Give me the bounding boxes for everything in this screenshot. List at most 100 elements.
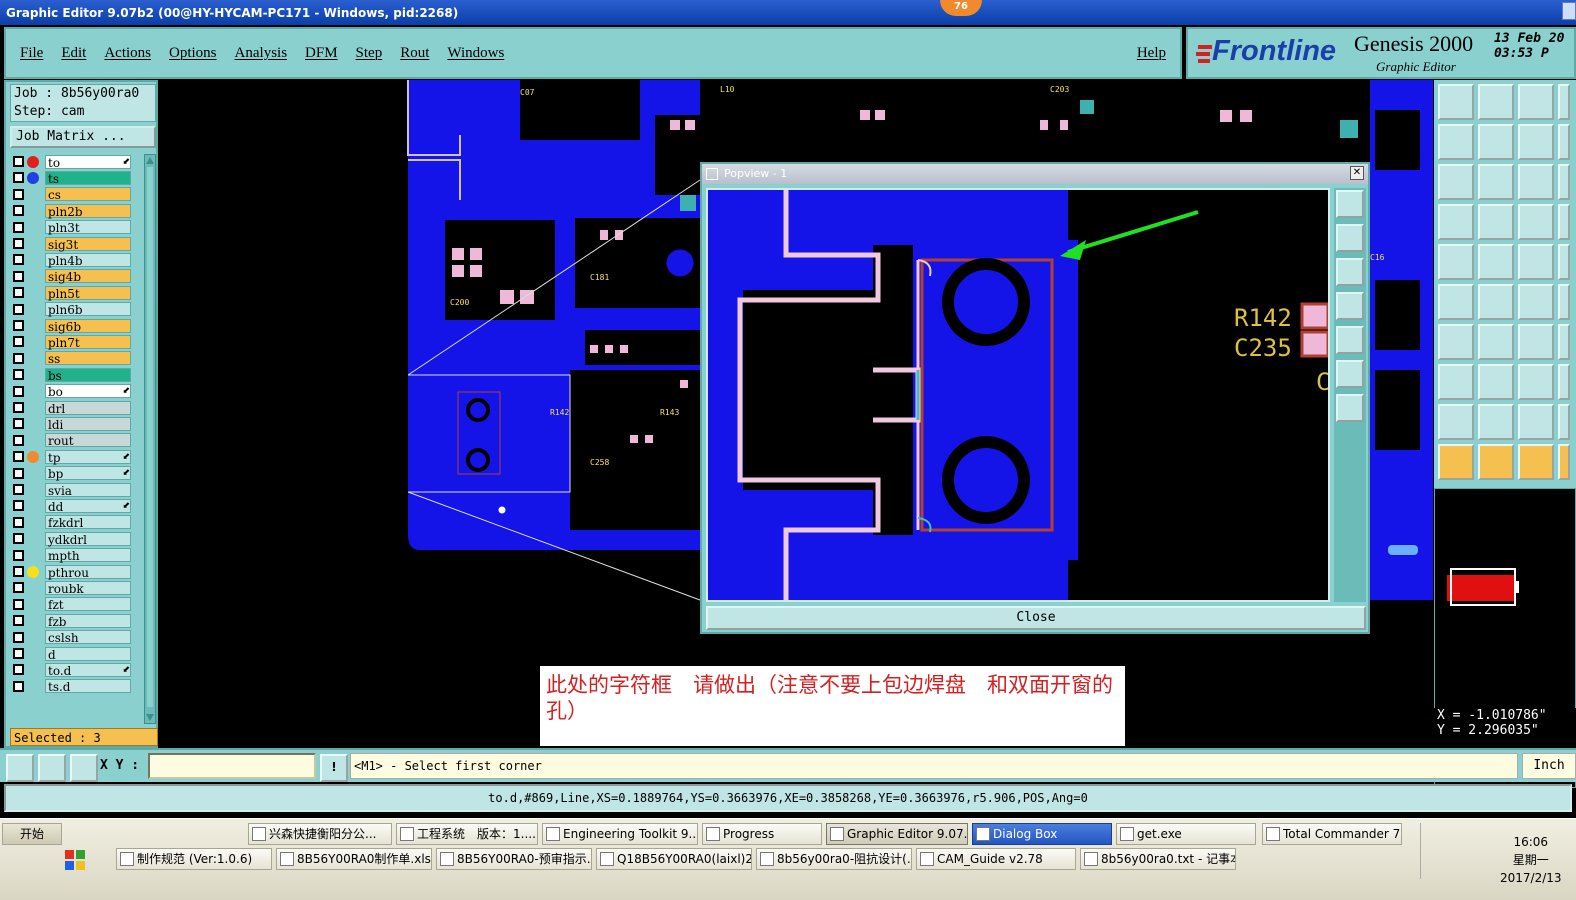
cross-icon[interactable] <box>1478 284 1514 320</box>
ruler-icon[interactable] <box>1518 244 1554 280</box>
layer-checkbox[interactable] <box>13 664 24 676</box>
layer-row[interactable]: cslsh <box>10 630 132 645</box>
taskbar-button[interactable]: Total Commander 7.0... <box>1262 823 1402 845</box>
layer-row[interactable]: fzkdrl <box>10 515 132 530</box>
layer-checkbox[interactable] <box>13 385 24 397</box>
job-matrix-button[interactable]: Job Matrix ... <box>10 126 156 148</box>
grid-icon[interactable] <box>70 754 98 782</box>
layer-name[interactable]: pln5t <box>45 285 131 301</box>
move-down-icon[interactable] <box>1478 84 1514 120</box>
edge3-icon[interactable] <box>1558 164 1570 200</box>
layer-checkbox[interactable] <box>13 221 24 233</box>
edge7-icon[interactable] <box>1558 324 1570 360</box>
line-blue-icon[interactable] <box>1478 324 1514 360</box>
triangle-a-icon[interactable] <box>1478 404 1514 440</box>
edge5-icon[interactable] <box>1558 244 1570 280</box>
layer-list-scrollbar[interactable] <box>144 154 156 724</box>
layer-name[interactable]: ydkdrl <box>45 531 131 547</box>
layer-checkbox[interactable] <box>13 500 24 512</box>
layer-name[interactable]: svia <box>45 482 131 498</box>
info-icon[interactable]: ! <box>320 754 348 782</box>
layer-name[interactable]: pln2b <box>45 203 131 219</box>
layer-checkbox[interactable] <box>13 303 24 315</box>
layer-name[interactable]: sig6b <box>45 318 131 334</box>
taskbar-button[interactable]: Graphic Editor 9.07... <box>826 823 968 845</box>
panel-left-icon[interactable] <box>1438 124 1474 160</box>
layer-name[interactable]: ts.d <box>45 679 131 694</box>
layer-row[interactable]: sig6b <box>10 318 132 334</box>
layer-checkbox[interactable] <box>13 533 24 545</box>
zoom-out-icon[interactable] <box>1336 292 1364 320</box>
layer-row[interactable]: pln4b <box>10 252 132 268</box>
taskbar-button[interactable]: CAM_Guide v2.78 <box>916 848 1076 870</box>
layer-row[interactable]: dd ⬋ <box>10 498 132 514</box>
menu-dfm[interactable]: DFM <box>305 45 338 62</box>
pointer-icon[interactable] <box>1438 444 1474 480</box>
edge8-icon[interactable] <box>1558 364 1570 400</box>
layer-row[interactable]: drl <box>10 400 132 416</box>
taskbar-button[interactable]: Engineering Toolkit 9.... <box>542 823 698 845</box>
layer-checkbox[interactable] <box>13 238 24 249</box>
layer-name[interactable]: tp <box>45 449 131 465</box>
layer-pair-icon[interactable] <box>1518 204 1554 240</box>
layer-checkbox[interactable] <box>13 582 24 594</box>
layer-checkbox[interactable] <box>13 615 24 627</box>
layer-checkbox[interactable] <box>13 648 24 659</box>
layer-checkbox[interactable] <box>13 205 24 217</box>
layer-name[interactable]: pln7t <box>45 334 131 350</box>
layer-row[interactable]: pln2b <box>10 203 132 219</box>
pointer-sel-icon[interactable] <box>1478 444 1514 480</box>
layer-name[interactable]: fzt <box>45 597 131 612</box>
menu-analysis[interactable]: Analysis <box>235 45 288 62</box>
home-icon[interactable] <box>1518 84 1554 120</box>
layer-name[interactable]: fzb <box>45 613 131 629</box>
zoom-expand-icon[interactable] <box>1336 360 1364 388</box>
menu-file[interactable]: File <box>20 45 43 62</box>
layer-name[interactable]: pln6b <box>45 302 131 317</box>
layer-name[interactable]: fzkdrl <box>45 515 131 530</box>
zoom-fit-icon[interactable] <box>1336 190 1364 218</box>
layer-row[interactable]: pln7t <box>10 334 132 350</box>
line-red-icon[interactable] <box>1438 324 1474 360</box>
layer-checkbox[interactable] <box>13 352 24 364</box>
layer-row[interactable]: bs <box>10 367 132 383</box>
layer-name[interactable]: rout <box>45 433 131 448</box>
layer-name[interactable]: sig3t <box>45 236 131 252</box>
undo-icon[interactable] <box>1518 124 1554 160</box>
edge4-icon[interactable] <box>1558 204 1570 240</box>
layer-row[interactable]: ts.d <box>10 679 132 694</box>
layer-row[interactable]: to ⬋ <box>10 154 132 170</box>
layer-row[interactable]: bp ⬋ <box>10 466 132 481</box>
square-pt-icon[interactable] <box>1438 364 1474 400</box>
layer-row[interactable]: cs <box>10 187 132 202</box>
layer-checkbox[interactable] <box>13 484 24 495</box>
layer-row[interactable]: fzb <box>10 613 132 629</box>
edge-icon[interactable] <box>1558 84 1570 120</box>
layer-checkbox[interactable] <box>13 566 24 577</box>
taskbar-button[interactable]: 8B56Y00RA0-预审指示... <box>436 848 592 870</box>
taskbar-button[interactable]: 8b56y00ra0.txt - 记事本 <box>1080 848 1236 870</box>
layer-checkbox[interactable] <box>13 549 24 561</box>
edge9-icon[interactable] <box>1558 404 1570 440</box>
edge10-icon[interactable] <box>1558 444 1570 480</box>
layer-name[interactable]: ts <box>45 170 131 186</box>
fit-all-icon[interactable] <box>1478 164 1514 200</box>
minus-icon[interactable] <box>1478 364 1514 400</box>
snap-icon[interactable] <box>6 754 34 782</box>
layer-checkbox[interactable] <box>13 287 24 299</box>
taskbar-button[interactable]: 8b56y00ra0-阻抗设计(... <box>756 848 912 870</box>
move-up-icon[interactable] <box>1438 84 1474 120</box>
layer-checkbox[interactable] <box>13 680 24 692</box>
center-box-icon[interactable] <box>1518 364 1554 400</box>
xy-input[interactable] <box>148 753 316 779</box>
layer-row[interactable]: pln6b <box>10 302 132 317</box>
menu-options[interactable]: Options <box>169 45 217 62</box>
taskbar-button[interactable]: Q18B56Y00RA0(laixl)201... <box>596 848 752 870</box>
node-tree-icon[interactable] <box>1438 284 1474 320</box>
layer-name[interactable]: pln4b <box>45 252 131 268</box>
layer-row[interactable]: ldi <box>10 416 132 432</box>
minimize-button[interactable] <box>1562 2 1576 20</box>
layer-name[interactable]: d <box>45 646 131 662</box>
layer-checkbox[interactable] <box>13 254 24 266</box>
layer-row[interactable]: roubk <box>10 580 132 596</box>
